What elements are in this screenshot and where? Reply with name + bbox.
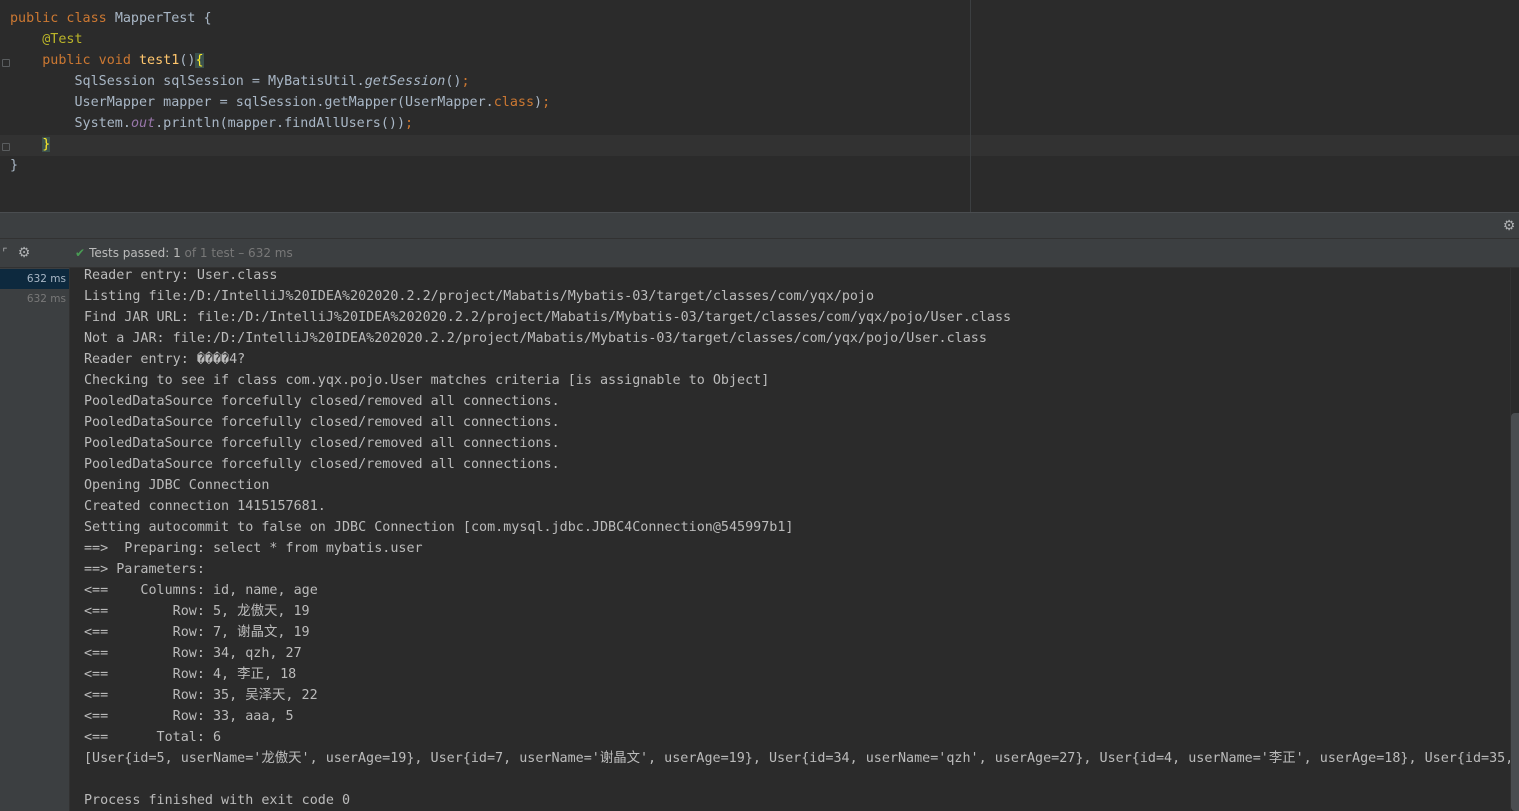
current-line-highlight <box>0 135 1519 156</box>
vertical-scrollbar[interactable] <box>1511 413 1519 811</box>
settings-gear-icon[interactable]: ⚙ <box>17 246 31 260</box>
code-token: out <box>130 116 156 131</box>
console-line: <== Row: 4, 李正, 18 <box>84 667 297 682</box>
fold-icon[interactable] <box>0 141 10 153</box>
code-token: () <box>445 74 462 89</box>
right-margin-guide <box>970 0 971 212</box>
console-line: Checking to see if class com.yqx.pojo.Us… <box>84 373 770 388</box>
code-line[interactable]: @Test <box>10 29 83 50</box>
console-line: Created connection 1415157681. <box>84 499 326 514</box>
code-token: ; <box>461 74 470 89</box>
code-token: test1 <box>139 53 180 68</box>
fold-icon[interactable] <box>0 57 10 69</box>
console-line: ==> Parameters: <box>84 562 213 577</box>
status-prefix: Tests passed: <box>89 246 174 260</box>
test-runner-toolbar: ⌜ ⚙ ✔ Tests passed: 1 of 1 test – 632 ms <box>0 239 1519 268</box>
console-line: PooledDataSource forcefully closed/remov… <box>84 436 560 451</box>
gear-icon[interactable]: ⚙ <box>1502 219 1516 233</box>
code-line[interactable]: public void test1(){ <box>10 50 204 71</box>
code-token: MapperTest { <box>114 11 212 26</box>
console-line: <== Row: 34, qzh, 27 <box>84 646 302 661</box>
code-line[interactable]: public class MapperTest { <box>10 8 212 29</box>
console-line: Process finished with exit code 0 <box>84 793 351 808</box>
console-line: PooledDataSource forcefully closed/remov… <box>84 394 560 409</box>
console-line: <== Row: 5, 龙傲天, 19 <box>84 604 310 619</box>
console-line: PooledDataSource forcefully closed/remov… <box>84 457 560 472</box>
code-line[interactable]: System.out.println(mapper.findAllUsers()… <box>10 113 413 134</box>
console-line: <== Row: 33, aaa, 5 <box>84 709 294 724</box>
code-token: .println(mapper.findAllUsers()) <box>155 116 406 131</box>
status-count: 1 <box>173 246 181 260</box>
code-token: ; <box>542 95 551 110</box>
code-token: { <box>195 53 204 68</box>
console-line: Not a JAR: file:/D:/IntelliJ%20IDEA%2020… <box>84 331 987 346</box>
code-token: ; <box>405 116 414 131</box>
console-line: PooledDataSource forcefully closed/remov… <box>84 415 560 430</box>
console-output[interactable]: Reader entry: User.class Listing file:/D:… <box>70 268 1519 811</box>
code-token: getSession <box>364 74 446 89</box>
code-token: ) <box>534 95 543 110</box>
console-line: <== Row: 7, 谢晶文, 19 <box>84 625 310 640</box>
tree-item-root[interactable]: 632 ms <box>0 269 69 289</box>
console-line: Setting autocommit to false on JDBC Conn… <box>84 520 794 535</box>
code-token: @Test <box>42 32 83 47</box>
console-line: Reader entry: User.class <box>84 268 278 283</box>
code-token: () <box>179 53 196 68</box>
console-line: ==> Preparing: select * from mybatis.use… <box>84 541 423 556</box>
code-token: public class <box>10 11 115 26</box>
collapse-icon[interactable]: ⌜ <box>0 246 12 260</box>
code-token: System. <box>10 116 131 131</box>
console-line: <== Columns: id, name, age <box>84 583 318 598</box>
console-line: <== Total: 6 <box>84 730 222 745</box>
code-token: UserMapper mapper = sqlSession.getMapper… <box>10 95 494 110</box>
check-icon: ✔ <box>75 246 86 260</box>
code-token: SqlSession sqlSession = MyBatisUtil. <box>10 74 365 89</box>
code-token: } <box>42 137 51 152</box>
code-token: } <box>10 158 19 173</box>
console-line: Reader entry: ����4? <box>84 352 246 367</box>
console-line: Listing file:/D:/IntelliJ%20IDEA%202020.… <box>84 289 875 304</box>
code-line[interactable]: SqlSession sqlSession = MyBatisUtil.getS… <box>10 71 470 92</box>
code-token: class <box>493 95 535 110</box>
code-line[interactable]: } <box>10 155 18 176</box>
test-status: ✔ Tests passed: 1 of 1 test – 632 ms <box>75 246 293 260</box>
run-tool-window-header: ⚙ <box>0 212 1519 239</box>
console-line: [User{id=5, userName='龙傲天', userAge=19},… <box>84 751 1519 766</box>
console-line: Find JAR URL: file:/D:/IntelliJ%20IDEA%2… <box>84 310 1012 325</box>
code-token: public void <box>42 53 139 68</box>
code-line[interactable]: } <box>10 134 51 155</box>
code-editor[interactable]: public class MapperTest { @Test public v… <box>0 0 1519 212</box>
code-line[interactable]: UserMapper mapper = sqlSession.getMapper… <box>10 92 550 113</box>
tree-item-test1[interactable]: 632 ms <box>0 289 69 309</box>
console-line: <== Row: 35, 吴泽天, 22 <box>84 688 318 703</box>
status-suffix: of 1 test – 632 ms <box>180 246 293 260</box>
test-tree[interactable]: 632 ms 632 ms <box>0 268 70 811</box>
console-line: Opening JDBC Connection <box>84 478 270 493</box>
